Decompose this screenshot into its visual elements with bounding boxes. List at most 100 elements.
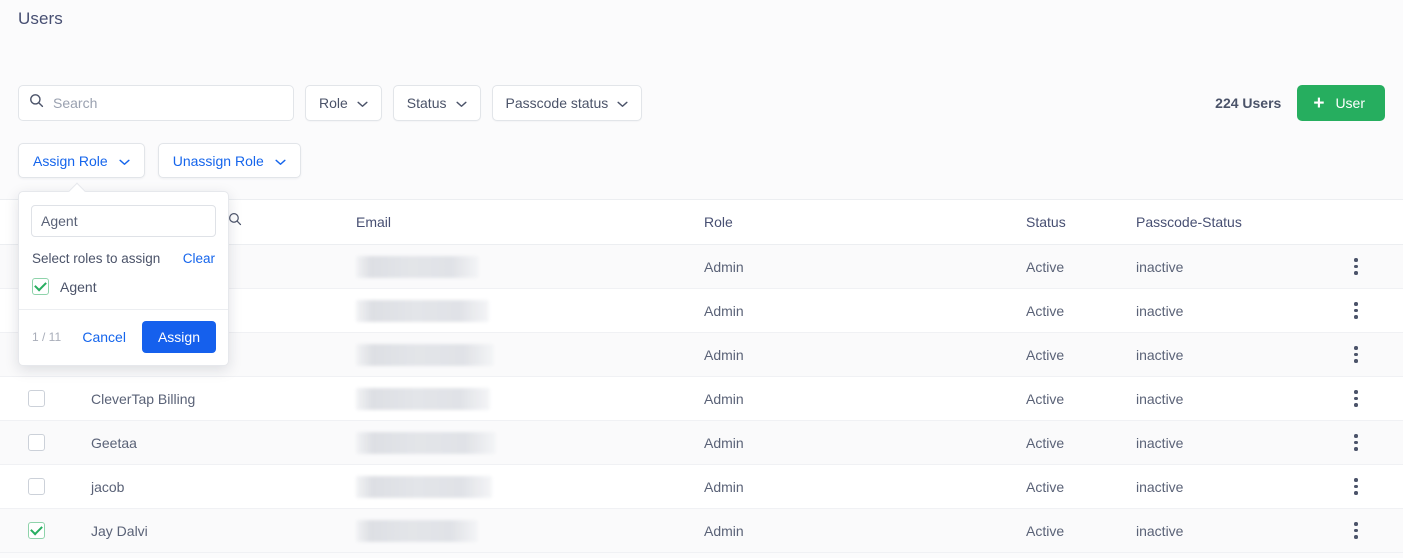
cell-passcode-status: inactive [1136, 302, 1184, 319]
table-row[interactable]: jacob Admin Active inactive [0, 465, 1403, 509]
chevron-down-icon [119, 153, 130, 169]
cell-role: Admin [704, 434, 744, 451]
popover-search-box[interactable] [31, 205, 242, 237]
cell-role: Admin [704, 346, 744, 363]
row-menu-icon[interactable] [1350, 430, 1362, 455]
row-select-cell[interactable] [0, 522, 91, 539]
chevron-down-icon [617, 95, 628, 111]
assign-role-label: Assign Role [33, 152, 108, 169]
plus-icon: + [1313, 92, 1325, 114]
row-select-cell[interactable] [0, 390, 91, 407]
row-menu-icon[interactable] [1350, 474, 1362, 499]
redacted-email [356, 387, 490, 410]
cell-role: Admin [704, 302, 744, 319]
selection-count: 1 / 11 [32, 330, 62, 344]
users-count: 224 Users [1215, 95, 1282, 111]
cell-actions [1321, 474, 1391, 499]
toolbar-right-actions: 224 Users + User [1215, 85, 1385, 121]
assign-button[interactable]: Assign [141, 321, 216, 353]
popover-label: Select roles to assign [32, 251, 161, 266]
redacted-email [356, 431, 496, 454]
cell-status: Active [1026, 390, 1065, 407]
cell-passcode-status: inactive [1136, 390, 1184, 407]
cell-actions [1321, 386, 1391, 411]
add-user-label: User [1335, 95, 1365, 111]
cell-email [356, 475, 704, 498]
option-checkbox[interactable] [32, 278, 49, 295]
cell-email [356, 343, 704, 366]
row-checkbox[interactable] [28, 522, 45, 539]
unassign-role-button[interactable]: Unassign Role [157, 143, 301, 178]
row-menu-icon[interactable] [1350, 254, 1362, 279]
cancel-button[interactable]: Cancel [82, 329, 130, 345]
option-label: Agent [60, 278, 97, 295]
header-email: Email [356, 214, 392, 230]
row-checkbox[interactable] [28, 478, 45, 495]
filter-passcode-status[interactable]: Passcode status [491, 85, 643, 121]
row-menu-icon[interactable] [1350, 298, 1362, 323]
toolbar: Role Status Passcode status [18, 85, 643, 121]
cell-actions [1321, 298, 1391, 323]
cell-role: Admin [704, 390, 744, 407]
filter-role-label: Role [319, 95, 348, 111]
cell-passcode-status: inactive [1136, 434, 1184, 451]
cell-name: Jay Dalvi [91, 522, 148, 539]
row-select-cell[interactable] [0, 478, 91, 495]
row-menu-icon[interactable] [1350, 518, 1362, 543]
table-row[interactable]: CleverTap Billing Admin Active inactive [0, 377, 1403, 421]
unassign-role-label: Unassign Role [172, 152, 264, 169]
row-menu-icon[interactable] [1350, 342, 1362, 367]
chevron-down-icon [455, 95, 467, 111]
row-menu-icon[interactable] [1350, 386, 1362, 411]
header-status: Status [1026, 214, 1066, 230]
redacted-email [356, 475, 492, 498]
table-row[interactable]: Jay Dalvi Admin Active inactive [0, 509, 1403, 553]
page-title: Users [18, 9, 63, 28]
cell-status: Active [1026, 434, 1065, 451]
search-box[interactable] [18, 85, 294, 121]
chevron-down-icon [357, 95, 368, 111]
cell-actions [1321, 518, 1391, 543]
redacted-email [356, 255, 479, 278]
assign-role-button[interactable]: Assign Role [18, 143, 145, 178]
cell-email [356, 519, 704, 542]
cell-passcode-status: inactive [1136, 346, 1184, 363]
popover-search-input[interactable] [41, 213, 222, 229]
row-checkbox[interactable] [28, 390, 45, 407]
cell-role: Admin [704, 258, 744, 275]
cell-role: Admin [704, 522, 744, 539]
cell-status: Active [1026, 478, 1065, 495]
add-user-button[interactable]: + User [1297, 85, 1385, 121]
row-select-cell[interactable] [0, 434, 91, 451]
cell-passcode-status: inactive [1136, 478, 1184, 495]
cell-status: Active [1026, 302, 1065, 319]
filter-role[interactable]: Role [305, 85, 382, 121]
search-input[interactable] [53, 95, 283, 111]
popover-option-agent[interactable]: Agent [19, 266, 228, 309]
cell-email [356, 387, 704, 410]
clear-link[interactable]: Clear [183, 251, 215, 266]
cell-actions [1321, 254, 1391, 279]
filter-status-label: Status [406, 95, 447, 111]
cell-name: CleverTap Billing [91, 390, 196, 407]
cell-email [356, 431, 704, 454]
cell-status: Active [1026, 522, 1065, 539]
popover-label-row: Select roles to assign Clear [19, 237, 228, 266]
users-page: Users Role Status [0, 0, 1403, 558]
cell-name: jacob [91, 478, 125, 495]
cell-status: Active [1026, 346, 1065, 363]
search-icon [228, 212, 242, 231]
cell-actions [1321, 430, 1391, 455]
cell-email [356, 255, 704, 278]
filter-status[interactable]: Status [392, 85, 481, 121]
row-checkbox[interactable] [28, 434, 45, 451]
cell-email [356, 299, 704, 322]
redacted-email [356, 519, 478, 542]
cell-actions [1321, 342, 1391, 367]
cell-status: Active [1026, 258, 1065, 275]
redacted-email [356, 343, 494, 366]
redacted-email [356, 299, 489, 322]
cell-passcode-status: inactive [1136, 258, 1184, 275]
table-row[interactable]: Geetaa Admin Active inactive [0, 421, 1403, 465]
cell-name: Geetaa [91, 434, 137, 451]
